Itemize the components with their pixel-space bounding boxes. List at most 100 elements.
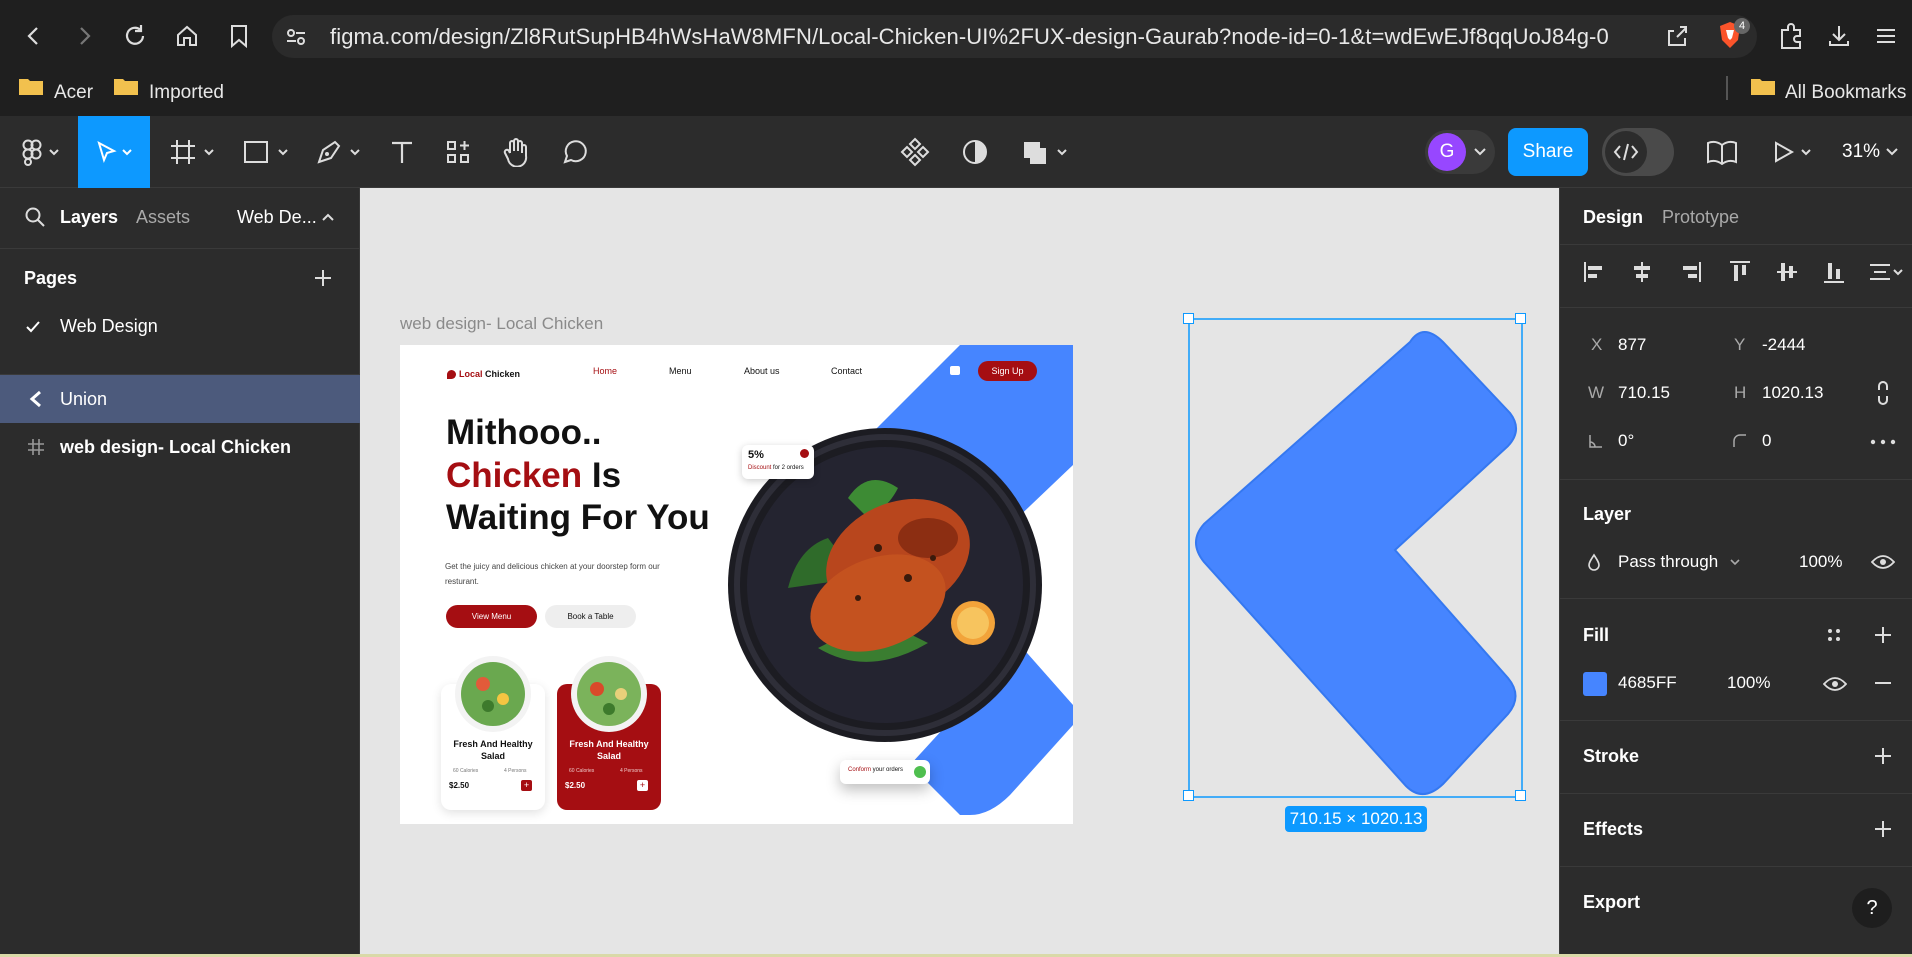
- resize-handle-br[interactable]: [1515, 790, 1526, 801]
- fill-hex-input[interactable]: 4685FF: [1618, 673, 1677, 693]
- layer-row-union[interactable]: [0, 375, 360, 423]
- styles-icon[interactable]: [1826, 627, 1842, 643]
- discount-card: 5% Discount for 2 orders: [742, 445, 814, 479]
- signup-button[interactable]: Sign Up: [978, 361, 1037, 381]
- hand-tool-button[interactable]: [496, 116, 536, 188]
- tab-prototype[interactable]: Prototype: [1662, 207, 1739, 228]
- frame-tool-button[interactable]: [166, 116, 218, 188]
- text-tool-button[interactable]: [382, 116, 422, 188]
- extensions-icon[interactable]: [1778, 22, 1804, 50]
- add-page-icon[interactable]: [313, 268, 333, 288]
- distribute-icon[interactable]: [1868, 260, 1904, 284]
- design-frame[interactable]: Local Chicken Home Menu About us Contact…: [400, 345, 1073, 824]
- present-button[interactable]: [1770, 116, 1818, 188]
- downloads-icon[interactable]: [1826, 23, 1852, 49]
- resize-handle-bl[interactable]: [1183, 790, 1194, 801]
- align-bottom-icon[interactable]: [1822, 260, 1846, 284]
- page-switcher[interactable]: Web De...: [237, 207, 317, 228]
- zoom-level[interactable]: 31%: [1842, 141, 1880, 163]
- boolean-ops-button[interactable]: [1018, 116, 1074, 188]
- remove-fill-icon[interactable]: [1873, 675, 1893, 691]
- add-to-cart-icon[interactable]: +: [637, 780, 648, 791]
- align-center-h-icon[interactable]: [1631, 260, 1653, 284]
- cart-icon[interactable]: [950, 366, 960, 375]
- constrain-proportions-icon[interactable]: [1876, 381, 1890, 405]
- comment-icon: [563, 140, 587, 164]
- chevron-up-icon[interactable]: [320, 209, 336, 225]
- bookmark-icon[interactable]: [227, 23, 251, 49]
- add-effect-icon[interactable]: [1873, 819, 1893, 839]
- site-settings-icon[interactable]: [284, 25, 308, 49]
- salad-card-2[interactable]: Fresh And Healthy Salad 60 Calories 4 Pe…: [557, 656, 661, 810]
- reload-icon[interactable]: [122, 23, 148, 49]
- fill-opacity-input[interactable]: 100%: [1727, 673, 1770, 693]
- resources-button[interactable]: [438, 116, 478, 188]
- union-shape[interactable]: [1188, 318, 1524, 800]
- nav-menu[interactable]: Menu: [669, 366, 692, 376]
- x-input[interactable]: 877: [1618, 335, 1646, 355]
- nav-home[interactable]: Home: [593, 366, 617, 376]
- search-icon[interactable]: [24, 206, 46, 228]
- tab-design[interactable]: Design: [1583, 207, 1643, 228]
- eye-icon[interactable]: [1823, 675, 1847, 693]
- resize-handle-tr[interactable]: [1515, 313, 1526, 324]
- align-right-icon[interactable]: [1680, 260, 1702, 284]
- layer-row-frame[interactable]: web design- Local Chicken: [60, 437, 291, 458]
- main-menu-button[interactable]: [14, 116, 66, 188]
- align-top-icon[interactable]: [1728, 260, 1752, 284]
- pen-tool-button[interactable]: [312, 116, 364, 188]
- corner-radius-input[interactable]: 0: [1762, 431, 1771, 451]
- bookmarks-bar: [0, 72, 1912, 116]
- component-icon: [900, 137, 930, 167]
- bookmark-imported[interactable]: Imported: [149, 82, 224, 104]
- add-to-cart-icon[interactable]: +: [521, 780, 532, 791]
- tab-assets[interactable]: Assets: [136, 207, 190, 228]
- chevron-down-icon: [1884, 144, 1900, 160]
- nav-about[interactable]: About us: [744, 366, 780, 376]
- align-middle-v-icon[interactable]: [1775, 260, 1799, 284]
- component-button[interactable]: [895, 116, 935, 188]
- frame-label[interactable]: web design- Local Chicken: [400, 314, 603, 334]
- book-table-button[interactable]: Book a Table: [545, 605, 636, 628]
- eye-icon[interactable]: [1871, 553, 1895, 571]
- move-tool-button[interactable]: [78, 116, 150, 188]
- fill-swatch[interactable]: [1583, 672, 1607, 696]
- comment-tool-button[interactable]: [555, 116, 595, 188]
- height-input[interactable]: 1020.13: [1762, 383, 1823, 403]
- page-item-web-design[interactable]: Web Design: [60, 316, 158, 337]
- help-button[interactable]: ?: [1852, 888, 1892, 928]
- y-input[interactable]: -2444: [1762, 335, 1805, 355]
- headline-is: Is: [582, 456, 622, 495]
- forward-icon[interactable]: [72, 24, 96, 48]
- view-menu-button[interactable]: View Menu: [446, 605, 537, 628]
- align-left-icon[interactable]: [1583, 260, 1605, 284]
- avatar: G: [1428, 133, 1466, 171]
- stroke-heading: Stroke: [1583, 746, 1640, 766]
- more-options-icon[interactable]: [1870, 439, 1896, 445]
- layer-heading: Layer: [1583, 504, 1632, 524]
- logo-icon: [447, 370, 456, 379]
- share-page-icon[interactable]: [1664, 23, 1690, 49]
- add-fill-icon[interactable]: [1873, 625, 1893, 645]
- shape-tool-button[interactable]: [240, 116, 292, 188]
- home-icon[interactable]: [174, 23, 200, 49]
- resize-handle-tl[interactable]: [1183, 313, 1194, 324]
- all-bookmarks[interactable]: All Bookmarks: [1785, 82, 1906, 104]
- dev-mode-toggle[interactable]: [1602, 128, 1674, 176]
- add-stroke-icon[interactable]: [1873, 746, 1893, 766]
- effects-heading: Effects: [1583, 819, 1644, 839]
- url-text[interactable]: figma.com/design/Zl8RutSupHB4hWsHaW8MFN/…: [330, 24, 1609, 50]
- back-icon[interactable]: [22, 24, 46, 48]
- bookmark-acer[interactable]: Acer: [54, 82, 93, 104]
- tab-layers[interactable]: Layers: [60, 207, 118, 228]
- nav-contact[interactable]: Contact: [831, 366, 862, 376]
- layer-opacity-input[interactable]: 100%: [1799, 552, 1842, 572]
- rotation-input[interactable]: 0°: [1618, 431, 1634, 451]
- menu-icon[interactable]: [1874, 24, 1898, 48]
- blend-mode-select[interactable]: Pass through: [1618, 552, 1718, 572]
- mask-button[interactable]: [955, 116, 995, 188]
- library-button[interactable]: [1702, 116, 1742, 188]
- salad-card-1[interactable]: Fresh And Healthy Salad 60 Calories 4 Pe…: [441, 656, 545, 810]
- width-input[interactable]: 710.15: [1618, 383, 1670, 403]
- share-button[interactable]: Share: [1508, 128, 1588, 176]
